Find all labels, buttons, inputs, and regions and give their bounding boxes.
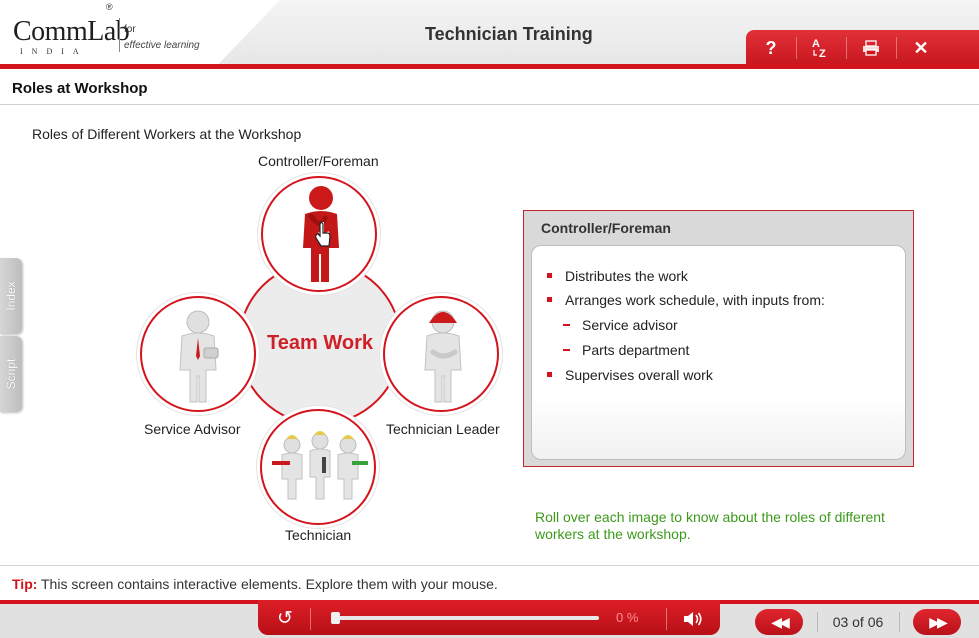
role-controller-foreman[interactable] bbox=[261, 176, 377, 292]
toolbar: ? A Z ✕ bbox=[746, 30, 979, 66]
tip-label: Tip: bbox=[12, 576, 38, 592]
logo-wordmark: CommLab bbox=[13, 16, 130, 47]
help-button[interactable]: ? bbox=[746, 30, 796, 66]
print-button[interactable] bbox=[846, 30, 896, 66]
list-item: Distributes the work bbox=[565, 268, 688, 284]
replay-icon: ↺ bbox=[277, 608, 293, 629]
role-label-service-advisor: Service Advisor bbox=[144, 421, 241, 437]
list-item: Supervises overall work bbox=[565, 367, 713, 383]
logo-for-text: for bbox=[124, 24, 136, 35]
progress-percent: 0 % bbox=[616, 610, 639, 625]
close-icon: ✕ bbox=[913, 37, 929, 58]
role-technician-leader[interactable] bbox=[383, 296, 499, 412]
leader-figure-icon bbox=[424, 310, 462, 403]
bullet-marker bbox=[547, 372, 552, 377]
divider bbox=[0, 104, 979, 105]
glossary-button[interactable]: A Z bbox=[796, 30, 846, 66]
sub-list-item: Service advisor bbox=[582, 317, 678, 333]
logo-tagline: effective learning bbox=[124, 40, 200, 51]
role-technician[interactable] bbox=[260, 409, 376, 525]
volume-button[interactable] bbox=[678, 606, 708, 632]
sub-list-item: Parts department bbox=[582, 342, 690, 358]
help-icon: ? bbox=[765, 37, 777, 58]
previous-button[interactable]: ◀◀ bbox=[755, 609, 803, 635]
team-work-label: Team Work bbox=[267, 332, 373, 354]
role-label-technician: Technician bbox=[285, 527, 352, 543]
sub-bullet-marker bbox=[563, 349, 570, 351]
media-player-bar: ↺ 0 % bbox=[258, 600, 720, 635]
divider bbox=[899, 612, 900, 632]
logo-subtitle: INDIA bbox=[20, 47, 88, 56]
next-button[interactable]: ▶▶ bbox=[913, 609, 961, 635]
tab-script-label: Script bbox=[4, 358, 18, 390]
tab-index-label: Index bbox=[4, 281, 18, 311]
logo-panel: CommLab ® INDIA for effective learning bbox=[0, 0, 280, 64]
divider bbox=[666, 608, 667, 630]
hand-cursor-icon bbox=[315, 221, 331, 247]
tab-script[interactable]: Script bbox=[0, 336, 22, 412]
role-label-controller: Controller/Foreman bbox=[258, 153, 379, 169]
logo-registered-mark: ® bbox=[106, 2, 113, 12]
technicians-group-icon bbox=[272, 431, 368, 500]
course-title: Technician Training bbox=[425, 24, 593, 44]
print-icon bbox=[863, 40, 879, 56]
section-heading: Roles of Different Workers at the Worksh… bbox=[32, 126, 302, 142]
role-label-technician-leader: Technician Leader bbox=[386, 421, 500, 437]
bullet-marker bbox=[547, 297, 552, 302]
list-item: Arranges work schedule, with inputs from… bbox=[565, 292, 825, 308]
info-panel-title: Controller/Foreman bbox=[541, 220, 671, 236]
role-info-panel: Controller/Foreman Distributes the work … bbox=[523, 210, 914, 467]
bullet-marker bbox=[547, 273, 552, 278]
role-service-advisor[interactable] bbox=[140, 296, 256, 412]
speaker-icon bbox=[684, 612, 702, 626]
divider bbox=[310, 608, 311, 630]
tip-bar: Tip: This screen contains interactive el… bbox=[0, 565, 979, 600]
tip-text: This screen contains interactive element… bbox=[41, 576, 498, 592]
page-title: Roles at Workshop bbox=[12, 80, 148, 97]
replay-button[interactable]: ↺ bbox=[270, 606, 300, 632]
header-accent-line bbox=[0, 64, 979, 69]
rollover-hint: Roll over each image to know about the r… bbox=[535, 509, 885, 542]
progress-track[interactable] bbox=[331, 616, 599, 620]
info-panel-body: Distributes the work Arranges work sched… bbox=[531, 245, 906, 460]
svg-text:Z: Z bbox=[819, 48, 826, 59]
page-counter: 03 of 06 bbox=[832, 614, 884, 630]
header: CommLab ® INDIA for effective learning T… bbox=[0, 0, 979, 69]
rewind-icon: ◀◀ bbox=[771, 614, 789, 630]
fast-forward-icon: ▶▶ bbox=[929, 614, 947, 630]
progress-handle[interactable] bbox=[331, 612, 340, 624]
logo-divider bbox=[119, 18, 120, 52]
advisor-figure-icon bbox=[179, 310, 219, 403]
glossary-icon: A Z bbox=[812, 38, 826, 59]
close-button[interactable]: ✕ bbox=[896, 30, 946, 66]
sub-bullet-marker bbox=[563, 324, 570, 326]
footer: ↺ 0 % ◀◀ 03 of 06 ▶▶ bbox=[0, 600, 979, 638]
tab-index[interactable]: Index bbox=[0, 258, 22, 334]
